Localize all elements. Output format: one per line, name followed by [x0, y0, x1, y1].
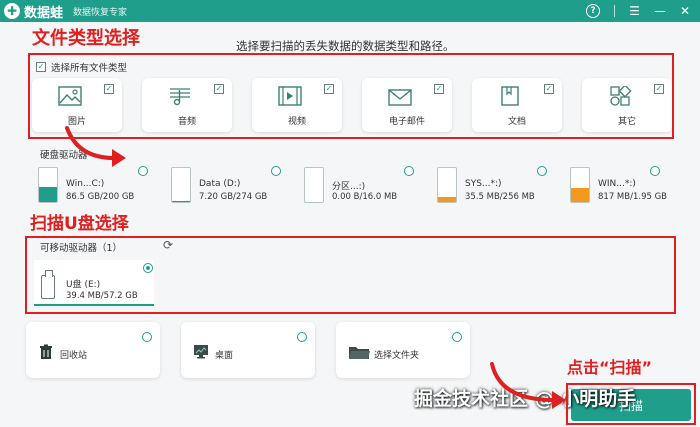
close-icon[interactable]: ✕ — [680, 5, 690, 17]
title-bar: ✚ 数据蛙 数据恢复专家 ? ☰ — ✕ — [0, 0, 700, 22]
drive-size: 7.20 GB/274 GB — [199, 192, 268, 202]
location-label: 桌面 — [215, 351, 234, 361]
titlebar-separator — [614, 5, 616, 17]
drive-item[interactable]: Data (D:) 7.20 GB/274 GB — [163, 161, 281, 207]
annotation-arrow-drives — [65, 126, 126, 167]
folder-icon — [349, 347, 370, 359]
drive-item[interactable]: WIN...*:) 817 MB/1.95 GB — [562, 161, 680, 207]
drive-name: WIN...*:) — [598, 179, 636, 189]
location-recycle-bin[interactable]: 回收站 — [26, 322, 160, 378]
drive-icon — [38, 167, 58, 203]
drive-size: 0.00 B/16.0 MB — [332, 192, 398, 202]
drive-radio[interactable] — [650, 166, 660, 176]
drive-icon — [304, 167, 324, 203]
location-label: 回收站 — [60, 351, 88, 361]
minimize-icon[interactable]: — — [654, 5, 666, 17]
drive-radio[interactable] — [404, 166, 414, 176]
annotation-box-removable — [25, 236, 676, 314]
location-desktop[interactable]: 桌面 — [181, 322, 315, 378]
drive-size: 86.5 GB/200 GB — [66, 192, 135, 202]
drive-name: SYS...*:) — [465, 179, 502, 189]
app-subtitle: 数据恢复专家 — [73, 7, 128, 18]
drive-usage-fill — [571, 187, 589, 202]
drive-radio[interactable] — [271, 166, 281, 176]
location-radio[interactable] — [297, 332, 307, 342]
drive-size: 817 MB/1.95 GB — [598, 192, 668, 202]
drive-radio[interactable] — [138, 166, 148, 176]
location-radio[interactable] — [452, 332, 462, 342]
logo-cross-icon: ✚ — [4, 3, 20, 19]
drive-usage-fill — [438, 197, 456, 202]
desktop-icon — [194, 345, 208, 359]
drive-icon — [437, 167, 457, 203]
drive-name: Data (D:) — [199, 179, 241, 189]
annotation-click-scan: 点击“扫描” — [567, 358, 653, 377]
drive-item[interactable]: SYS...*:) 35.5 MB/256 MB — [429, 161, 547, 207]
drive-name: Win...C:) — [66, 179, 105, 189]
menu-icon[interactable]: ☰ — [629, 5, 640, 17]
help-icon[interactable]: ? — [586, 4, 601, 18]
drive-icon — [171, 167, 191, 203]
annotation-usb: 扫描U盘选择 — [30, 214, 129, 234]
instruction-text: 选择要扫描的丢失数据的数据类型和路径。 — [236, 39, 455, 53]
annotation-file-type: 文件类型选择 — [32, 28, 140, 49]
drive-usage-fill — [39, 187, 57, 202]
location-select-folder[interactable]: 选择文件夹 — [336, 322, 470, 378]
drive-radio[interactable] — [537, 166, 547, 176]
drive-name: 分区...:) — [332, 182, 366, 192]
location-label: 选择文件夹 — [374, 351, 420, 361]
drive-icon — [570, 167, 590, 203]
drive-size: 35.5 MB/256 MB — [465, 192, 535, 202]
annotation-box-scan — [566, 383, 696, 425]
app-name: 数据蛙 — [24, 5, 64, 21]
app-logo: ✚ 数据蛙 — [4, 2, 63, 21]
annotation-arrow-scan — [490, 362, 566, 409]
drive-item[interactable]: 分区...:) 0.00 B/16.0 MB — [296, 161, 414, 207]
location-radio[interactable] — [142, 332, 152, 342]
drive-usage-fill — [172, 200, 190, 202]
recycle-bin-icon — [40, 344, 52, 359]
